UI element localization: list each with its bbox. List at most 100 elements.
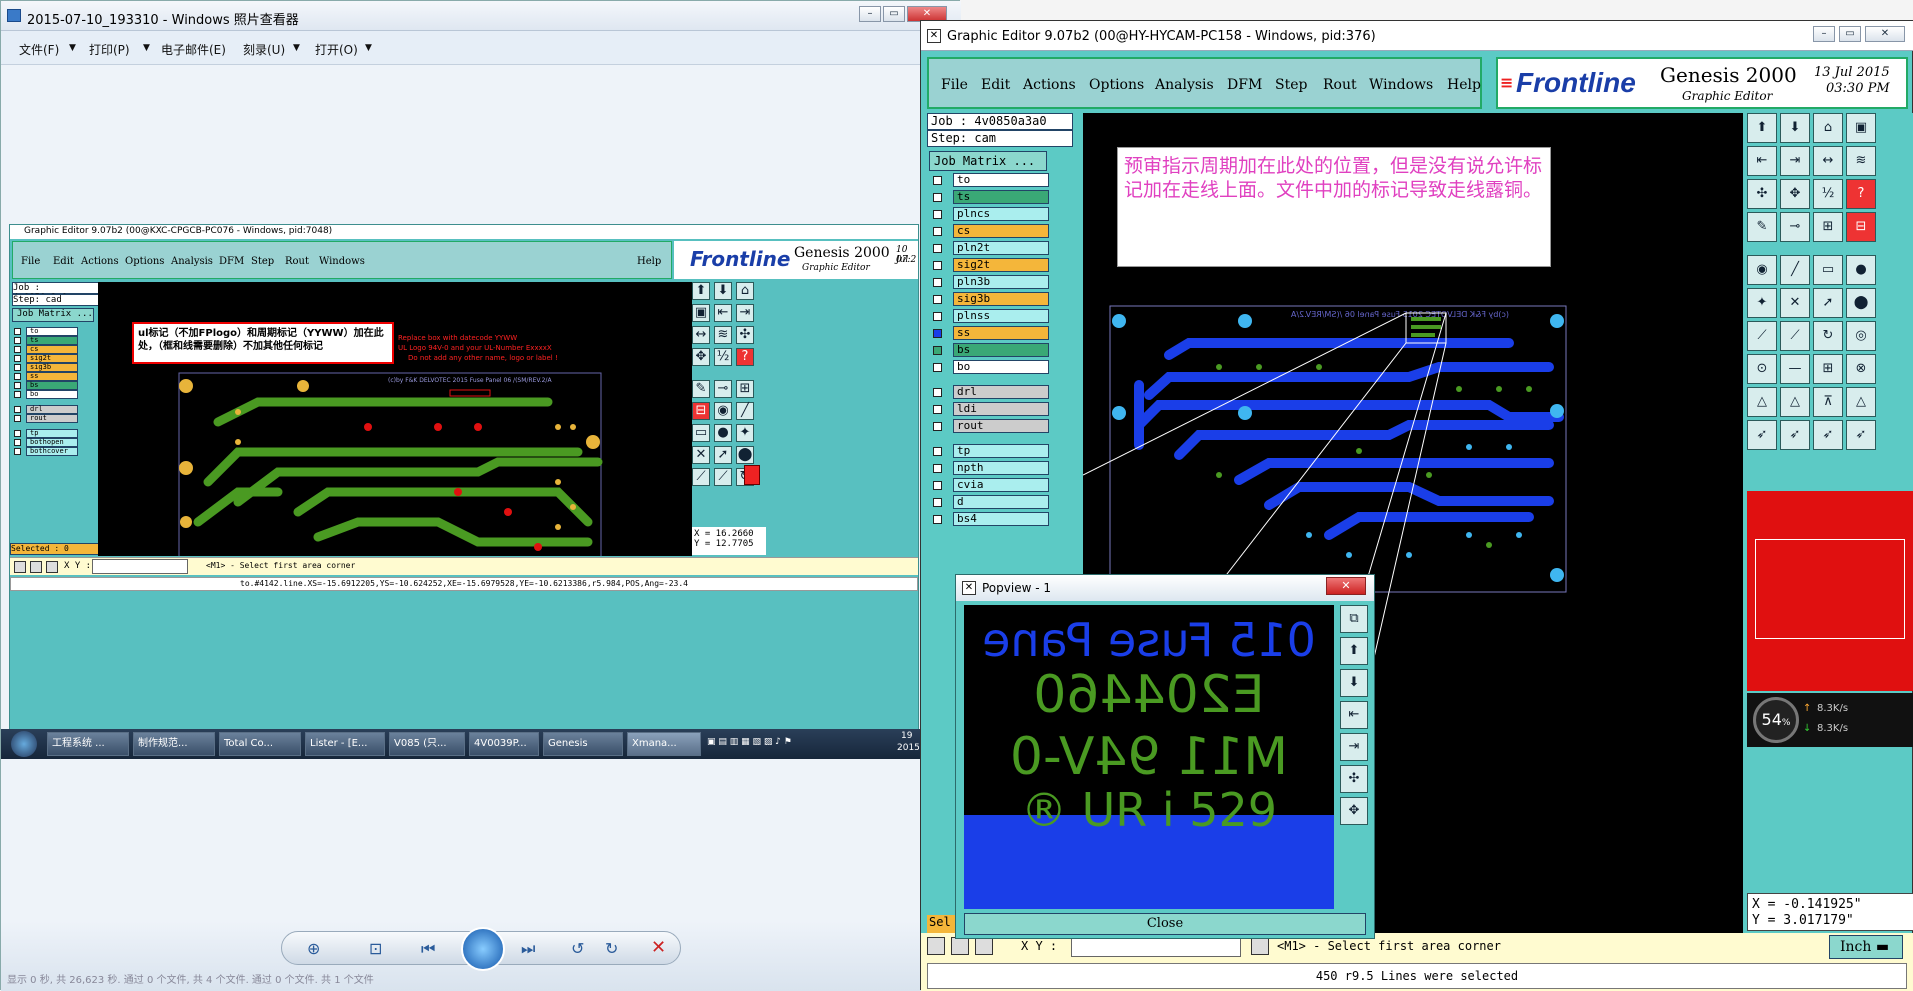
inner-menu-analysis[interactable]: Analysis [171, 256, 213, 267]
main-tool-icon[interactable]: ⌂ [1813, 113, 1843, 143]
layer-checkbox[interactable] [933, 227, 942, 236]
popview-tool-icon[interactable]: ✥ [1340, 797, 1368, 825]
units-selector[interactable]: Inch ▬ [1829, 935, 1903, 959]
popview-titlebar[interactable]: ✕ Popview - 1 ✕ [956, 575, 1374, 601]
main-tool-icon[interactable]: ⇤ [1747, 146, 1777, 176]
layer-checkbox[interactable] [933, 515, 942, 524]
inner-tool-icon[interactable]: ⊸ [714, 380, 732, 398]
layer-checkbox[interactable] [933, 261, 942, 270]
main-tool-icon[interactable]: ⟋ [1747, 321, 1777, 351]
inner-layer-checkbox[interactable] [14, 373, 21, 380]
menu-step[interactable]: Step [1275, 77, 1307, 93]
inner-tool-icon[interactable]: ✎ [692, 380, 710, 398]
next-icon[interactable]: ⏭ [521, 939, 535, 959]
job-matrix-button[interactable]: Job Matrix ... [929, 151, 1047, 171]
menu-edit[interactable]: Edit [981, 77, 1010, 93]
layer-ts[interactable]: ts [953, 190, 1049, 204]
menu-burn[interactable]: 刻录(U) [243, 41, 285, 58]
inner-layer-rout[interactable]: rout [26, 414, 78, 423]
inner-tool-icon[interactable]: ½ [714, 348, 732, 366]
inner-mode-icon[interactable] [14, 561, 26, 573]
mode-icon[interactable] [927, 937, 945, 955]
inner-tool-icon[interactable]: ➚ [714, 446, 732, 464]
inner-tool-icon[interactable]: ● [714, 424, 732, 442]
main-tool-icon[interactable]: ➶ [1813, 420, 1843, 450]
inner-tool-icon[interactable]: ⌂ [736, 282, 754, 300]
main-tool-icon[interactable]: ⊗ [1846, 354, 1876, 384]
layer-checkbox[interactable] [933, 244, 942, 253]
layer-checkbox[interactable] [933, 481, 942, 490]
main-tool-icon[interactable]: ↔ [1813, 146, 1843, 176]
inner-layer-checkbox[interactable] [14, 406, 21, 413]
inner-menu-help[interactable]: Help [637, 256, 661, 267]
maximize-button[interactable]: ▭ [1839, 26, 1861, 42]
layer-d[interactable]: d [953, 495, 1049, 509]
main-tool-icon[interactable]: ✥ [1780, 179, 1810, 209]
layer-ss[interactable]: ss [953, 326, 1049, 340]
inner-layer-checkbox[interactable] [14, 382, 21, 389]
menu-email[interactable]: 电子邮件(E) [161, 41, 226, 58]
inner-layer-checkbox[interactable] [14, 337, 21, 344]
inner-tool-icon[interactable]: ⇥ [736, 304, 754, 322]
inner-layer-checkbox[interactable] [14, 415, 21, 422]
popview-tool-icon[interactable]: ⬆ [1340, 637, 1368, 665]
inner-menu-edit[interactable]: Edit [53, 256, 74, 267]
layer-bs[interactable]: bs [953, 343, 1049, 357]
main-tool-icon[interactable]: ½ [1813, 179, 1843, 209]
zoom-icon[interactable]: ⊕ [307, 939, 320, 958]
layer-plnss[interactable]: plnss [953, 309, 1049, 323]
menu-options[interactable]: Options [1089, 77, 1144, 93]
inner-tool-icon[interactable]: ? [736, 348, 754, 366]
main-tool-icon[interactable]: ◉ [1747, 255, 1777, 285]
previous-icon[interactable]: ⏮ [421, 939, 435, 959]
minimize-button[interactable]: – [1813, 26, 1835, 42]
menu-file[interactable]: 文件(F) [19, 41, 59, 58]
layer-cs[interactable]: cs [953, 224, 1049, 238]
layer-to[interactable]: to [953, 173, 1049, 187]
layer-checkbox[interactable] [933, 210, 942, 219]
inner-tool-icon[interactable]: ✕ [692, 446, 710, 464]
popview-tool-icon[interactable]: ⇤ [1340, 701, 1368, 729]
rotate-ccw-icon[interactable]: ↺ [571, 939, 584, 958]
photo-viewer-titlebar[interactable]: 2015-07-10_193310 - Windows 照片查看器 – ▭ ✕ [1, 1, 961, 31]
main-tool-icon[interactable]: ⟋ [1780, 321, 1810, 351]
layer-plncs[interactable]: plncs [953, 207, 1049, 221]
main-tool-icon[interactable]: ➶ [1780, 420, 1810, 450]
menu-dfm[interactable]: DFM [1227, 77, 1262, 93]
main-tool-icon[interactable]: ✦ [1747, 288, 1777, 318]
main-tool-icon[interactable]: — [1780, 354, 1810, 384]
main-tool-icon[interactable]: ➶ [1747, 420, 1777, 450]
layer-pln3b[interactable]: pln3b [953, 275, 1049, 289]
main-tool-icon[interactable]: ⬇ [1780, 113, 1810, 143]
inner-xy-input[interactable] [92, 559, 188, 574]
fit-window-icon[interactable]: ⊡ [369, 939, 382, 958]
inner-layer-ss[interactable]: ss [26, 372, 78, 381]
main-tool-icon[interactable]: ▣ [1846, 113, 1876, 143]
layer-checkbox[interactable] [933, 388, 942, 397]
inner-tool-icon[interactable]: ⬤ [736, 446, 754, 464]
layer-rout[interactable]: rout [953, 419, 1049, 433]
inner-tool-icon[interactable]: ⬆ [692, 282, 710, 300]
main-tool-icon[interactable]: ⊼ [1813, 387, 1843, 417]
layer-bo[interactable]: bo [953, 360, 1049, 374]
popview-close-button[interactable]: ✕ [1326, 577, 1366, 595]
layer-checkbox[interactable] [933, 447, 942, 456]
main-tool-icon[interactable]: ✕ [1780, 288, 1810, 318]
taskbar-item[interactable]: 4V0039P... [469, 732, 539, 756]
inner-layer-checkbox[interactable] [14, 346, 21, 353]
inner-mode-icon[interactable] [46, 561, 58, 573]
inner-layer-bothcover[interactable]: bothcover [26, 447, 78, 456]
layer-tp[interactable]: tp [953, 444, 1049, 458]
main-editor-titlebar[interactable]: ✕ Graphic Editor 9.07b2 (00@HY-HYCAM-PC1… [921, 21, 1913, 51]
inner-layer-checkbox[interactable] [14, 391, 21, 398]
inner-tool-icon[interactable]: ⟋ [692, 468, 710, 486]
main-tool-icon[interactable]: ? [1846, 179, 1876, 209]
inner-menu-actions[interactable]: Actions [81, 256, 119, 267]
layer-cvia[interactable]: cvia [953, 478, 1049, 492]
main-tool-icon[interactable]: △ [1846, 387, 1876, 417]
main-tool-icon[interactable]: ⊞ [1813, 212, 1843, 242]
main-tool-icon[interactable]: ↻ [1813, 321, 1843, 351]
inner-tool-icon[interactable]: ≋ [714, 326, 732, 344]
inner-menu-options[interactable]: Options [125, 256, 164, 267]
inner-layer-to[interactable]: to [26, 327, 78, 336]
